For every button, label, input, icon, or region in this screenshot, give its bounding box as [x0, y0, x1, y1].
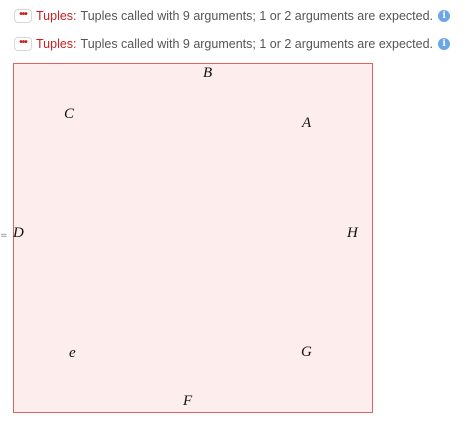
vertex-label-d: D: [13, 225, 24, 241]
message-text: Tuples called with 9 arguments; 1 or 2 a…: [80, 37, 434, 51]
graphics-output-frame[interactable]: B C A D H e G F: [13, 63, 373, 413]
message-row: ••• Tuples: Tuples called with 9 argumen…: [14, 34, 451, 54]
vertex-label-e: e: [69, 345, 76, 361]
info-icon[interactable]: i: [438, 10, 451, 22]
message-symbol: Tuples:: [36, 37, 77, 51]
vertex-label-b: B: [203, 65, 213, 81]
message-symbol: Tuples:: [36, 9, 77, 23]
message-row: ••• Tuples: Tuples called with 9 argumen…: [14, 6, 451, 26]
vertex-label-g: G: [301, 344, 312, 360]
message-menu-button[interactable]: •••: [14, 9, 32, 23]
info-icon[interactable]: i: [438, 38, 451, 50]
vertex-label-c: C: [64, 106, 75, 122]
vertex-label-f: F: [183, 393, 193, 409]
message-text: Tuples called with 9 arguments; 1 or 2 a…: [80, 9, 434, 23]
vertex-label-h: H: [347, 225, 358, 241]
message-menu-button[interactable]: •••: [14, 37, 32, 51]
output-marker: =: [0, 231, 8, 241]
vertex-label-a: A: [302, 115, 312, 131]
